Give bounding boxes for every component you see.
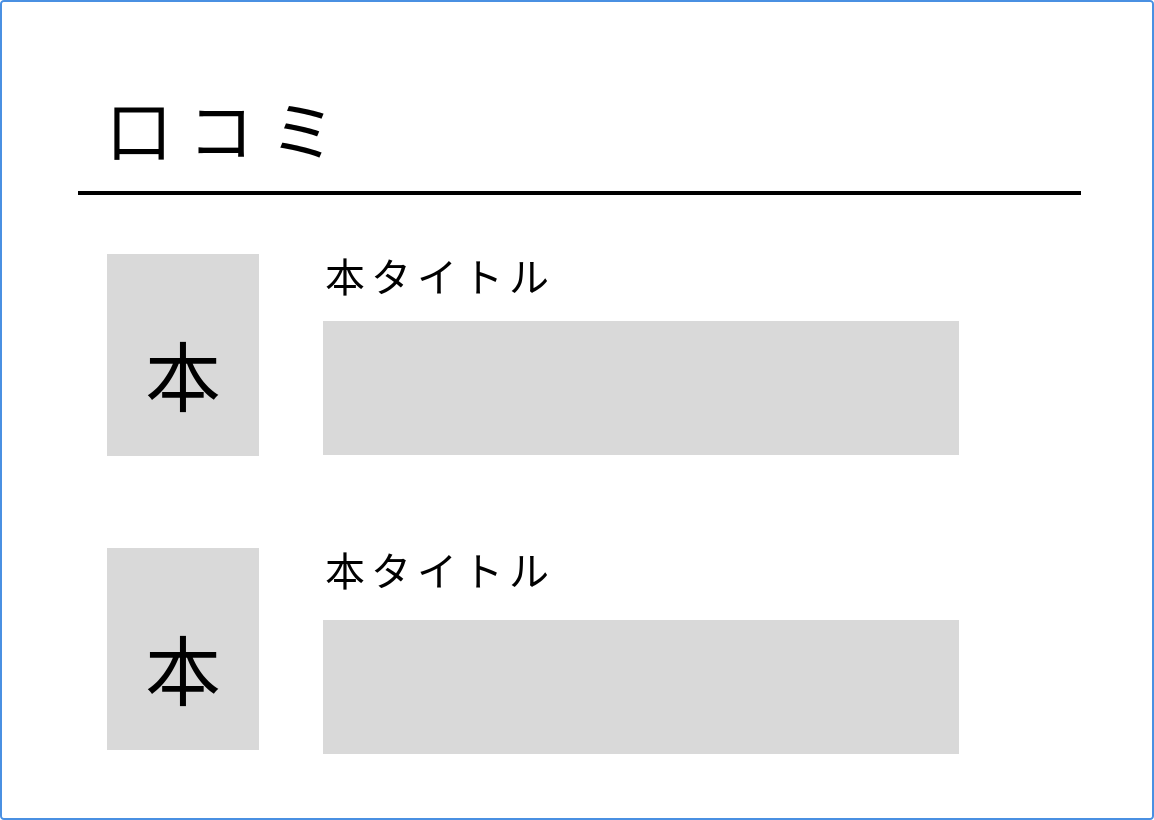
book-cover-label: 本 [145, 629, 221, 718]
review-item[interactable]: 本 本タイトル [107, 254, 959, 464]
review-text [323, 620, 959, 754]
app-frame: 口コミ 本 本タイトル 本 本タイトル [0, 0, 1154, 820]
book-cover-label: 本 [145, 335, 221, 424]
book-cover[interactable]: 本 [107, 548, 259, 750]
book-title[interactable]: 本タイトル [325, 548, 555, 598]
review-text [323, 321, 959, 455]
title-divider [78, 191, 1081, 195]
book-title[interactable]: 本タイトル [325, 254, 555, 304]
page-title: 口コミ [106, 95, 352, 172]
book-cover[interactable]: 本 [107, 254, 259, 456]
review-item[interactable]: 本 本タイトル [107, 548, 959, 758]
